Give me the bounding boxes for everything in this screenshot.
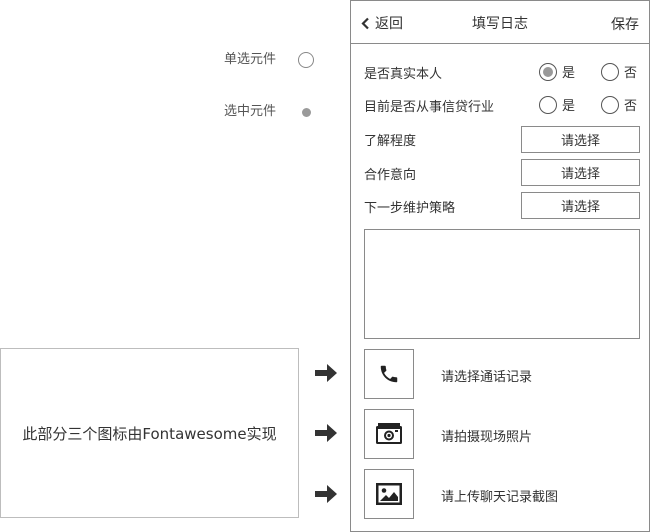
save-button[interactable]: 保存	[611, 14, 639, 34]
call-log-button[interactable]	[364, 349, 414, 399]
next-step-label: 下一步维护策略	[364, 201, 456, 216]
arrow-right-icon	[315, 424, 337, 442]
screenshot-label[interactable]: 请上传聊天记录截图	[441, 486, 558, 505]
radio-unselected-icon	[601, 95, 619, 114]
q2-yes-radio[interactable]: 是	[539, 95, 575, 114]
screenshot-button[interactable]	[364, 469, 414, 519]
intent-label: 合作意向	[364, 168, 417, 183]
radio-unselected-icon	[539, 95, 557, 114]
annotation-text: 此部分三个图标由Fontawesome实现	[22, 424, 277, 443]
camera-button[interactable]	[364, 409, 414, 459]
camera-icon	[376, 423, 402, 444]
intent-select[interactable]: 请选择	[521, 159, 640, 186]
radio-unselected-icon	[601, 62, 619, 81]
q1-no-radio[interactable]: 否	[601, 62, 637, 81]
call-log-label[interactable]: 请选择通话记录	[441, 366, 532, 385]
q1-yes-label: 是	[562, 66, 576, 81]
q1-label: 是否真实本人	[364, 67, 443, 82]
annotation-box: 此部分三个图标由Fontawesome实现	[0, 348, 299, 518]
back-button[interactable]: 返回	[361, 13, 403, 33]
arrow-right-icon	[315, 485, 337, 503]
understanding-label: 了解程度	[364, 134, 417, 149]
phone-frame: 返回 填写日志 保存 是否真实本人 是 否 目前是否从事信贷行业 是 否 了解程…	[350, 0, 650, 532]
arrow-right-icon	[315, 364, 337, 382]
q2-no-radio[interactable]: 否	[601, 95, 637, 114]
legend-selected-dot-icon	[302, 108, 311, 117]
back-label: 返回	[375, 16, 403, 32]
q2-label: 目前是否从事信贷行业	[364, 100, 495, 115]
next-step-select[interactable]: 请选择	[521, 192, 640, 219]
radio-selected-icon	[539, 62, 557, 81]
q2-no-label: 否	[624, 99, 638, 114]
canvas: 单选元件 选中元件 此部分三个图标由Fontawesome实现 返回 填写日志 …	[0, 0, 650, 532]
image-icon	[376, 483, 402, 505]
q1-yes-radio[interactable]: 是	[539, 62, 575, 81]
phone-icon	[380, 365, 398, 383]
chevron-left-icon	[361, 17, 369, 29]
q1-no-label: 否	[624, 66, 638, 81]
top-bar: 返回 填写日志 保存	[351, 1, 649, 44]
legend-unselected-label: 单选元件	[224, 52, 277, 67]
notes-textarea[interactable]	[364, 229, 640, 339]
q2-yes-label: 是	[562, 99, 576, 114]
legend-unselected-radio-icon	[298, 52, 314, 68]
legend-selected-label: 选中元件	[224, 104, 277, 119]
camera-label[interactable]: 请拍摄现场照片	[441, 426, 532, 445]
understanding-select[interactable]: 请选择	[521, 126, 640, 153]
